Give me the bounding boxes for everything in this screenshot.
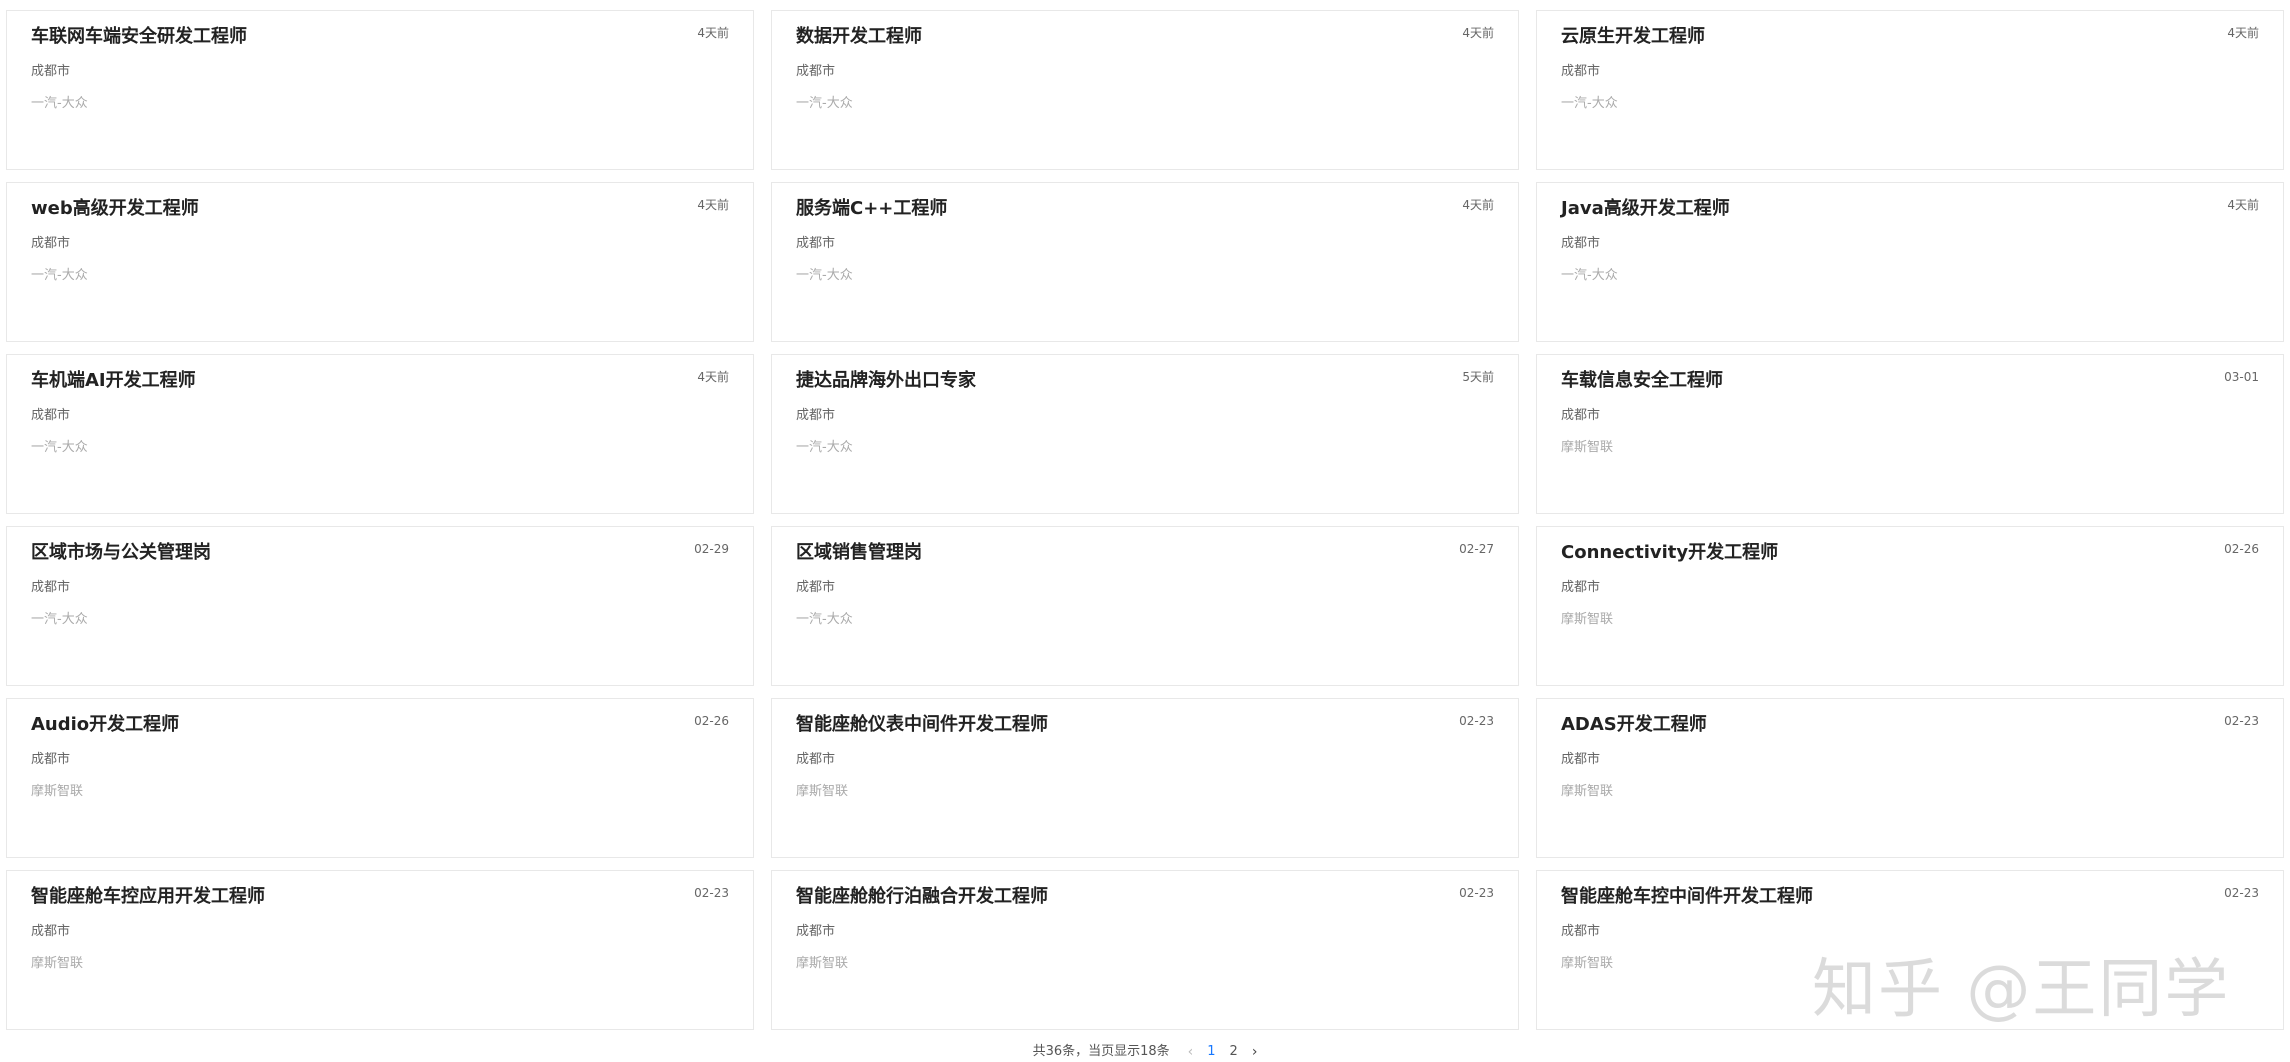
job-title[interactable]: 云原生开发工程师 — [1561, 25, 2259, 49]
job-title[interactable]: 捷达品牌海外出口专家 — [796, 369, 1494, 393]
job-post-date: 5天前 — [1462, 370, 1494, 384]
job-city: 成都市 — [1561, 236, 1601, 251]
job-title[interactable]: 车机端AI开发工程师 — [31, 369, 729, 393]
job-company: 摩斯智联 — [1561, 440, 1614, 455]
job-city: 成都市 — [796, 924, 836, 939]
job-post-date: 4天前 — [697, 26, 729, 40]
job-post-date: 02-23 — [1459, 886, 1494, 900]
chevron-right-icon[interactable]: › — [1252, 1043, 1258, 1061]
job-title[interactable]: 车联网车端安全研发工程师 — [31, 25, 729, 49]
job-post-date: 02-27 — [1459, 542, 1494, 556]
job-company: 摩斯智联 — [1561, 784, 1614, 799]
job-city: 成都市 — [796, 580, 836, 595]
job-title[interactable]: ADAS开发工程师 — [1561, 713, 2259, 737]
job-post-date: 02-26 — [694, 714, 729, 728]
job-card[interactable]: Connectivity开发工程师 02-26 成都市摩斯智联 — [1536, 526, 2284, 686]
job-company: 摩斯智联 — [31, 784, 84, 799]
job-card[interactable]: 车载信息安全工程师 03-01 成都市摩斯智联 — [1536, 354, 2284, 514]
job-title[interactable]: 服务端C++工程师 — [796, 197, 1494, 221]
pagination-summary: 共36条，当页显示18条 — [1032, 1044, 1170, 1059]
page-2-button[interactable]: 2 — [1230, 1043, 1238, 1061]
job-company: 一汽-大众 — [31, 440, 88, 455]
job-company: 一汽-大众 — [31, 268, 88, 283]
job-city: 成都市 — [796, 236, 836, 251]
job-company: 一汽-大众 — [796, 440, 853, 455]
job-company: 一汽-大众 — [1561, 96, 1618, 111]
job-card[interactable]: ADAS开发工程师 02-23 成都市摩斯智联 — [1536, 698, 2284, 858]
job-post-date: 02-23 — [694, 886, 729, 900]
job-city: 成都市 — [1561, 752, 1601, 767]
job-city: 成都市 — [31, 580, 71, 595]
chevron-left-icon[interactable]: ‹ — [1188, 1043, 1194, 1061]
job-company: 摩斯智联 — [796, 784, 849, 799]
job-company: 一汽-大众 — [796, 612, 853, 627]
job-title[interactable]: 车载信息安全工程师 — [1561, 369, 2259, 393]
job-post-date: 03-01 — [2224, 370, 2259, 384]
job-card[interactable]: 智能座舱仪表中间件开发工程师 02-23 成都市摩斯智联 — [771, 698, 1519, 858]
job-card-grid: 车联网车端安全研发工程师 4天前 成都市 一汽-大众 数据开发工程师 4天前 成都市 一汽-大… — [6, 10, 2284, 1030]
job-post-date: 02-23 — [1459, 714, 1494, 728]
job-post-date: 4天前 — [697, 370, 729, 384]
job-title[interactable]: 区域市场与公关管理岗 — [31, 541, 729, 565]
job-company: 一汽-大众 — [31, 612, 88, 627]
job-company: 一汽-大众 — [796, 268, 853, 283]
job-card[interactable]: 车联网车端安全研发工程师 4天前成都市一汽-大众 — [6, 10, 754, 170]
job-card[interactable]: Java高级开发工程师 4天前成都市一汽-大众 — [1536, 182, 2284, 342]
job-card[interactable]: web高级开发工程师 4天前成都市一汽-大众 — [6, 182, 754, 342]
job-title[interactable]: 智能座舱仪表中间件开发工程师 — [796, 713, 1494, 737]
job-post-date: 4天前 — [1462, 26, 1494, 40]
job-city: 成都市 — [1561, 408, 1601, 423]
job-title[interactable]: web高级开发工程师 — [31, 197, 729, 221]
job-company: 一汽-大众 — [31, 96, 88, 111]
job-city: 成都市 — [31, 752, 71, 767]
job-post-date: 02-26 — [2224, 542, 2259, 556]
job-post-date: 4天前 — [2227, 26, 2259, 40]
job-title[interactable]: 智能座舱车控应用开发工程师 — [31, 885, 729, 909]
job-city: 成都市 — [31, 408, 71, 423]
job-post-date: 4天前 — [1462, 198, 1494, 212]
job-city: 成都市 — [31, 236, 71, 251]
job-post-date: 02-29 — [694, 542, 729, 556]
job-company: 摩斯智联 — [1561, 612, 1614, 627]
job-card[interactable]: 数据开发工程师 4天前成都市一汽-大众 — [771, 10, 1519, 170]
job-post-date: 4天前 — [697, 198, 729, 212]
job-company: 一汽-大众 — [1561, 268, 1618, 283]
job-title[interactable]: 智能座舱舱行泊融合开发工程师 — [796, 885, 1494, 909]
job-title[interactable]: Connectivity开发工程师 — [1561, 541, 2259, 565]
job-card[interactable]: 区域销售管理岗 02-27 成都市一汽-大众 — [771, 526, 1519, 686]
job-title[interactable]: 智能座舱车控中间件开发工程师 — [1561, 885, 2259, 909]
job-company: 摩斯智联 — [31, 956, 84, 971]
job-card[interactable]: 智能座舱舱行泊融合开发工程师 02-23 成都市摩斯智联 — [771, 870, 1519, 1030]
job-city: 成都市 — [31, 924, 71, 939]
job-post-date: 4天前 — [2227, 198, 2259, 212]
job-card[interactable]: 捷达品牌海外出口专家 5天前成都市一汽-大众 — [771, 354, 1519, 514]
job-city: 成都市 — [796, 408, 836, 423]
job-post-date: 02-23 — [2224, 714, 2259, 728]
job-card[interactable]: 云原生开发工程师 4天前成都市一汽-大众 — [1536, 10, 2284, 170]
job-city: 成都市 — [31, 64, 71, 79]
pagination: 共36条，当页显示18条 ‹ 1 2 › — [0, 1043, 2290, 1061]
job-card[interactable]: Audio开发工程师 02-26 成都市摩斯智联 — [6, 698, 754, 858]
job-company: 摩斯智联 — [796, 956, 849, 971]
job-title[interactable]: 区域销售管理岗 — [796, 541, 1494, 565]
job-post-date: 02-23 — [2224, 886, 2259, 900]
page-1-button[interactable]: 1 — [1207, 1043, 1215, 1061]
job-card[interactable]: 车机端AI开发工程师 4天前成都市一汽-大众 — [6, 354, 754, 514]
job-title[interactable]: Audio开发工程师 — [31, 713, 729, 737]
job-title[interactable]: Java高级开发工程师 — [1561, 197, 2259, 221]
job-city: 成都市 — [796, 752, 836, 767]
job-city: 成都市 — [796, 64, 836, 79]
job-company: 一汽-大众 — [796, 96, 853, 111]
job-card[interactable]: 智能座舱车控应用开发工程师 02-23 成都市摩斯智联 — [6, 870, 754, 1030]
job-card[interactable]: 服务端C++工程师 4天前成都市一汽-大众 — [771, 182, 1519, 342]
job-city: 成都市 — [1561, 64, 1601, 79]
job-list-page: 车联网车端安全研发工程师 4天前 成都市 一汽-大众 数据开发工程师 4天前 成都市 一汽-大… — [0, 0, 2290, 1062]
job-title[interactable]: 数据开发工程师 — [796, 25, 1494, 49]
job-card[interactable]: 区域市场与公关管理岗 02-29 成都市一汽-大众 — [6, 526, 754, 686]
job-city: 成都市 — [1561, 580, 1601, 595]
watermark: 知乎 @王同学 — [1812, 953, 2231, 1027]
